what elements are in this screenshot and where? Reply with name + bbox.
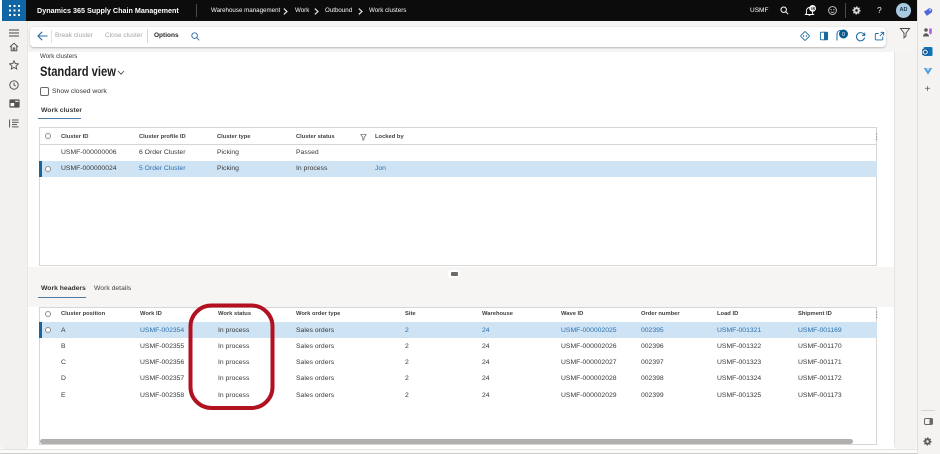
svg-text:0: 0: [842, 32, 845, 38]
